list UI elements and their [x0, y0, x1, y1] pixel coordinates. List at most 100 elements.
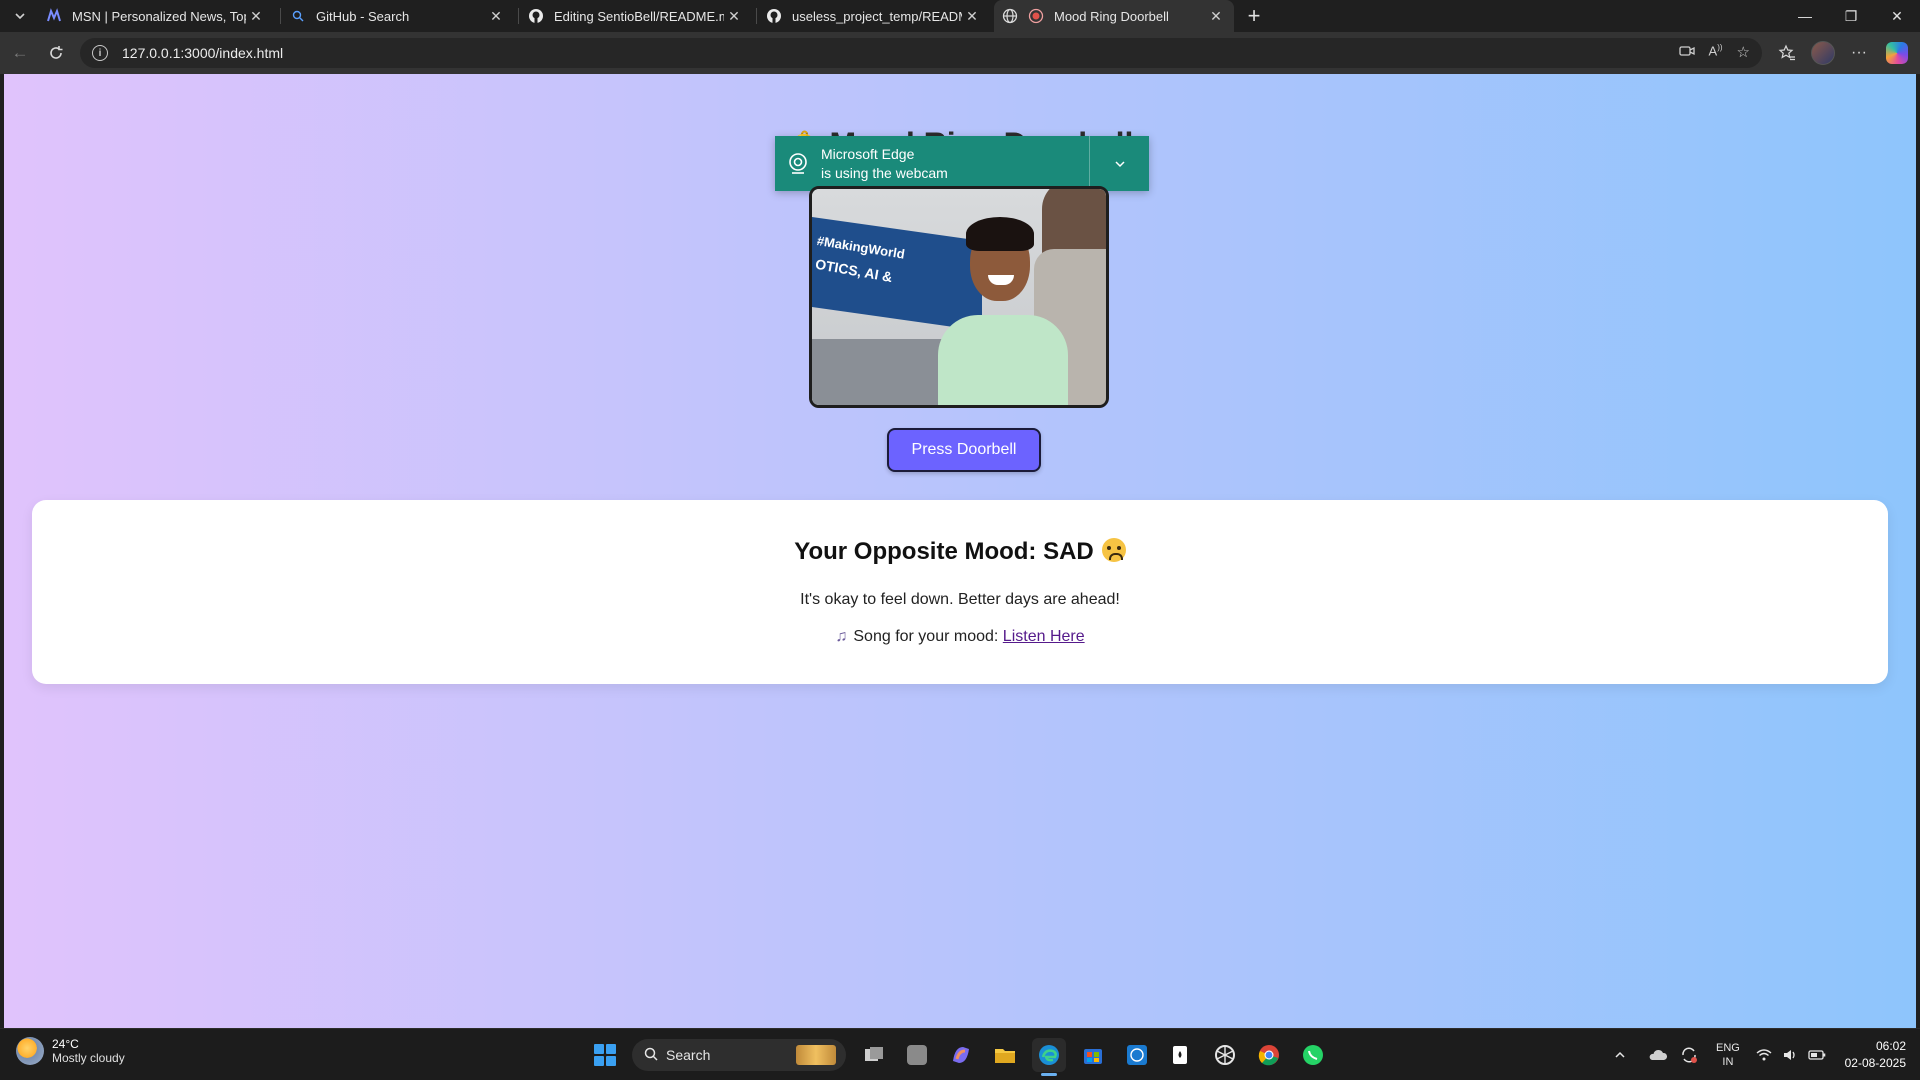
press-doorbell-button[interactable]: Press Doorbell [887, 428, 1041, 472]
tab-mood-ring-doorbell[interactable]: Mood Ring Doorbell ✕ [994, 0, 1234, 32]
sad-face-icon [1101, 538, 1126, 562]
language-indicator[interactable]: ENG IN [1716, 1029, 1740, 1080]
webcam-in-use-notification[interactable]: Microsoft Edge is using the webcam [775, 136, 1149, 191]
favorite-star-icon[interactable]: ☆ [1737, 43, 1750, 63]
tab-github-search[interactable]: GitHub - Search ✕ [282, 0, 514, 32]
whatsapp-app[interactable] [1296, 1038, 1330, 1072]
windows-icon [594, 1044, 616, 1066]
show-hidden-icons-button[interactable] [1614, 1029, 1626, 1080]
globe-icon [1002, 8, 1018, 24]
sync-tray-icon[interactable] [1680, 1029, 1698, 1080]
dell-app[interactable] [1120, 1038, 1154, 1072]
widgets-app[interactable] [900, 1038, 934, 1072]
taskbar: 24°C Mostly cloudy Search ENG IN 06:02 0… [0, 1028, 1920, 1080]
volume-icon [1784, 1050, 1795, 1060]
person-in-video [938, 217, 1068, 405]
wifi-icon [1756, 1049, 1772, 1061]
sync-icon [1682, 1047, 1697, 1063]
settings-more-button[interactable]: ··· [1844, 39, 1874, 67]
battery-icon [1808, 1050, 1826, 1060]
chatgpt-icon [1215, 1045, 1235, 1065]
camera-in-use-icon[interactable] [1678, 43, 1695, 63]
chrome-icon [1258, 1045, 1279, 1066]
store-icon [1084, 1049, 1102, 1064]
notification-app: Microsoft Edge [821, 145, 915, 162]
file-explorer-app[interactable] [988, 1038, 1022, 1072]
close-window-button[interactable]: ✕ [1874, 0, 1920, 32]
system-tray-status[interactable] [1756, 1029, 1826, 1080]
folder-icon [995, 1049, 1015, 1063]
app-icon [907, 1045, 927, 1065]
chatgpt-app[interactable] [1208, 1038, 1242, 1072]
listen-here-link[interactable]: Listen Here [1003, 628, 1085, 645]
task-view-icon [865, 1047, 883, 1061]
mood-message: It's okay to feel down. Better days are … [800, 591, 1120, 608]
copilot-icon [953, 1047, 969, 1063]
chevron-up-icon [1615, 1051, 1625, 1058]
webcam-video: #MakingWorld OTICS, AI & [809, 186, 1109, 408]
tab-actions-menu-button[interactable] [6, 4, 34, 28]
minimize-button[interactable]: — [1782, 0, 1828, 32]
tab-title: GitHub - Search [316, 8, 410, 24]
webcam-icon [775, 136, 821, 191]
mood-heading: Your Opposite Mood: SAD [32, 538, 1888, 566]
address-bar[interactable]: i 127.0.0.1:3000/index.html A)) ☆ [80, 38, 1762, 68]
search-icon [644, 1047, 658, 1064]
whatsapp-icon [1303, 1045, 1323, 1065]
taskbar-search[interactable]: Search [632, 1039, 846, 1071]
browser-toolbar: ← i 127.0.0.1:3000/index.html A)) ☆ ··· [0, 32, 1920, 74]
tab-title: MSN | Personalized News, Top He [72, 8, 246, 24]
onedrive-tray-icon[interactable] [1648, 1029, 1668, 1080]
profile-button[interactable] [1808, 39, 1838, 67]
chevron-down-icon [15, 13, 25, 20]
start-button[interactable] [588, 1038, 622, 1072]
weather-icon [16, 1037, 44, 1065]
chrome-app[interactable] [1252, 1038, 1286, 1072]
dell-icon [1127, 1045, 1147, 1065]
refresh-button[interactable] [42, 39, 70, 67]
store-app[interactable] [1076, 1038, 1110, 1072]
restore-button[interactable]: ❐ [1828, 0, 1874, 32]
read-aloud-icon[interactable]: A)) [1709, 43, 1723, 63]
cloud-icon [1649, 1049, 1668, 1060]
mood-song-line: ♫ Song for your mood: Listen Here [835, 628, 1085, 645]
solitaire-app[interactable] [1164, 1038, 1198, 1072]
close-tab-icon[interactable]: ✕ [486, 6, 506, 26]
music-note-icon: ♫ [835, 628, 848, 645]
system-clock[interactable]: 06:02 02-08-2025 [1845, 1038, 1906, 1072]
copilot-app[interactable] [944, 1038, 978, 1072]
avatar [1811, 41, 1835, 65]
expand-notification-button[interactable] [1089, 136, 1149, 191]
tab-msn[interactable]: MSN | Personalized News, Top He ✕ [38, 0, 274, 32]
copilot-icon [1886, 42, 1908, 64]
new-tab-button[interactable]: + [1240, 3, 1268, 28]
favorites-button[interactable] [1772, 39, 1802, 67]
edge-icon [1039, 1045, 1059, 1065]
weather-widget[interactable]: 24°C Mostly cloudy [16, 1037, 125, 1065]
tab-editing-readme[interactable]: Editing SentioBell/README.md at ✕ [520, 0, 752, 32]
msn-icon [46, 8, 62, 24]
recording-icon [1028, 8, 1044, 24]
edge-app[interactable] [1032, 1038, 1066, 1076]
weather-condition: Mostly cloudy [52, 1051, 125, 1065]
favorites-icon [1778, 44, 1795, 61]
back-button[interactable]: ← [6, 39, 34, 67]
task-view-button[interactable] [857, 1038, 891, 1072]
tab-title: Editing SentioBell/README.md at [554, 8, 724, 24]
search-label: Search [666, 1047, 711, 1063]
close-tab-icon[interactable]: ✕ [246, 6, 266, 26]
cards-icon [1173, 1046, 1187, 1064]
copilot-button[interactable] [1882, 39, 1912, 67]
weather-temp: 24°C [52, 1037, 79, 1051]
notification-message: is using the webcam [821, 164, 948, 181]
close-tab-icon[interactable]: ✕ [1206, 6, 1226, 26]
close-tab-icon[interactable]: ✕ [724, 6, 744, 26]
site-info-icon[interactable]: i [92, 45, 108, 61]
search-icon [290, 8, 306, 24]
page-content: 🔔Mood Ring Doorbell Microsoft Edge is us… [4, 74, 1916, 1028]
tab-useless-project[interactable]: useless_project_temp/README.m ✕ [758, 0, 990, 32]
address-url[interactable]: 127.0.0.1:3000/index.html [122, 45, 283, 61]
clock-time: 06:02 [1875, 1039, 1906, 1053]
tab-strip: MSN | Personalized News, Top He ✕ GitHub… [0, 0, 1920, 32]
close-tab-icon[interactable]: ✕ [962, 6, 982, 26]
